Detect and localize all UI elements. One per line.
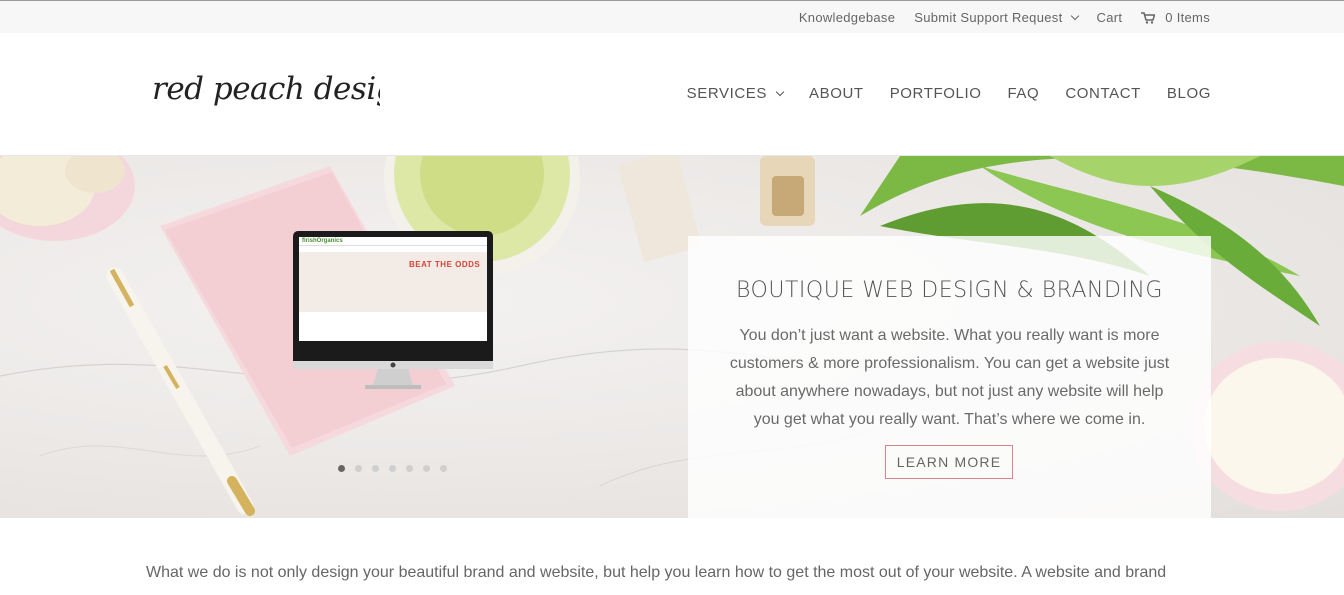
- main-nav: SERVICES ABOUT PORTFOLIO FAQ CONTACT BLO…: [661, 85, 1211, 102]
- site-logo[interactable]: red peach designs: [150, 59, 380, 129]
- preview-headline: BEAT THE ODDS: [409, 260, 481, 269]
- cart-link[interactable]: Cart: [1097, 10, 1123, 25]
- slider-dot-7[interactable]: [440, 465, 447, 472]
- slider-dot-2[interactable]: [355, 465, 362, 472]
- slider-dot-1[interactable]: [338, 465, 345, 472]
- monitor-stand: [293, 361, 493, 389]
- nav-faq[interactable]: FAQ: [1008, 85, 1040, 102]
- slider-pagination: [338, 465, 457, 472]
- support-request-label: Submit Support Request: [914, 10, 1063, 25]
- monitor-site-preview: flrishOrganics BEAT THE ODDS: [299, 237, 487, 341]
- nav-blog[interactable]: BLOG: [1167, 85, 1211, 102]
- nav-services[interactable]: SERVICES: [686, 85, 785, 102]
- slider-dot-5[interactable]: [406, 465, 413, 472]
- portfolio-monitor-image: flrishOrganics BEAT THE ODDS: [293, 231, 493, 391]
- preview-site-name: flrishOrganics: [299, 237, 487, 246]
- top-links: Knowledgebase Submit Support Request Car…: [780, 10, 1210, 25]
- cart-items-link[interactable]: 0 Items: [1141, 10, 1210, 25]
- intro-paragraph: What we do is not only design your beaut…: [146, 564, 1167, 581]
- hero-title: BOUTIQUE WEB DESIGN & BRANDING: [736, 278, 1163, 303]
- chevron-down-icon: [1070, 11, 1079, 20]
- chevron-down-icon: [775, 87, 785, 96]
- knowledgebase-link[interactable]: Knowledgebase: [799, 10, 895, 25]
- hero-caption: BOUTIQUE WEB DESIGN & BRANDING You don’t…: [688, 236, 1211, 518]
- slider-dot-3[interactable]: [372, 465, 379, 472]
- nav-services-label: SERVICES: [686, 85, 767, 102]
- hero-description: You don’t just want a website. What you …: [729, 327, 1170, 428]
- slider-dot-4[interactable]: [389, 465, 396, 472]
- site-header: red peach designs SERVICES ABOUT PORTFOL…: [0, 33, 1344, 156]
- nav-about[interactable]: ABOUT: [809, 85, 864, 102]
- logo-text: red peach designs: [152, 71, 380, 107]
- nav-contact[interactable]: CONTACT: [1065, 85, 1141, 102]
- cart-icon: [1141, 11, 1156, 24]
- nav-portfolio[interactable]: PORTFOLIO: [890, 85, 982, 102]
- support-request-link[interactable]: Submit Support Request: [914, 10, 1079, 25]
- cart-items-count: 0 Items: [1165, 10, 1210, 25]
- hero-slider: flrishOrganics BEAT THE ODDS BOUTIQUE WE…: [0, 156, 1344, 518]
- slider-dot-6[interactable]: [423, 465, 430, 472]
- monitor-screen: flrishOrganics BEAT THE ODDS: [293, 231, 493, 367]
- learn-more-button[interactable]: LEARN MORE: [885, 445, 1013, 479]
- top-bar: Knowledgebase Submit Support Request Car…: [0, 0, 1344, 33]
